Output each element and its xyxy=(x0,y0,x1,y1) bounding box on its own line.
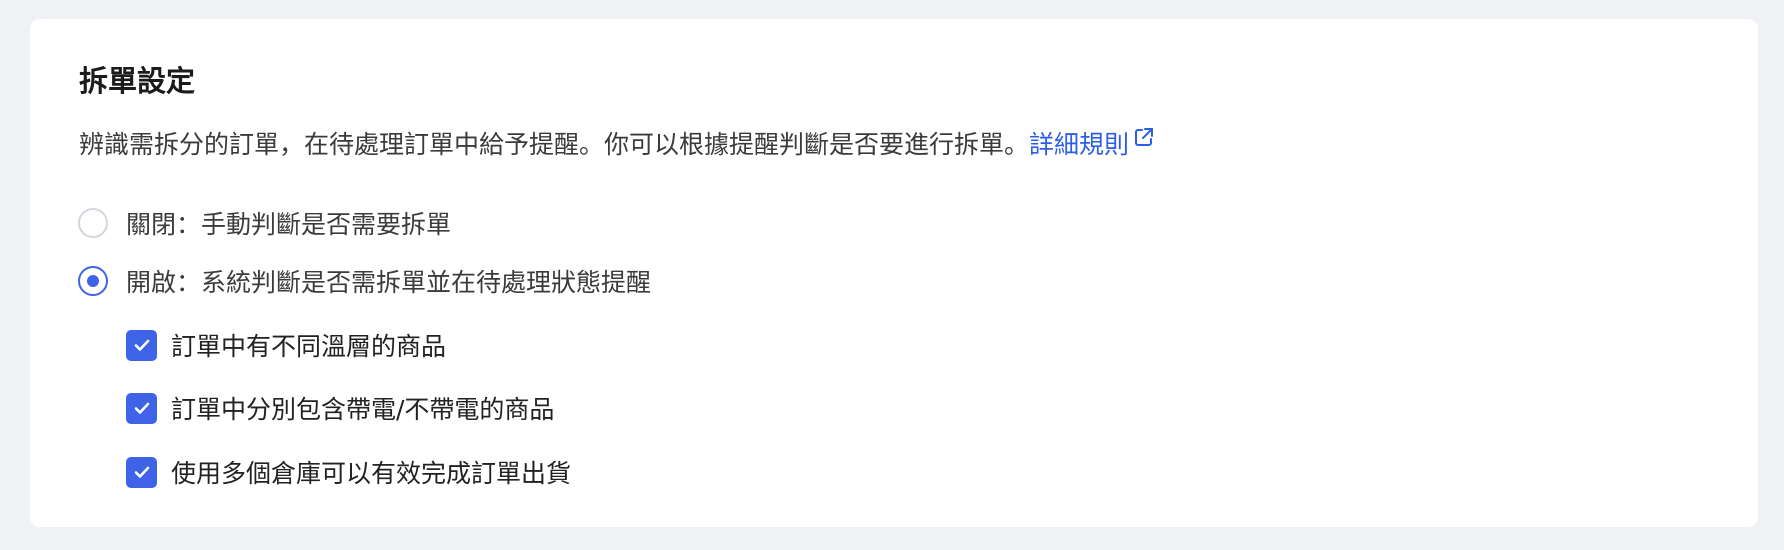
radio-option-on[interactable]: 開啟：系統判斷是否需拆單並在待處理狀態提醒 xyxy=(78,264,651,298)
condition-temperature-checkbox[interactable] xyxy=(126,329,157,361)
radio-option-off[interactable]: 關閉：手動判斷是否需要拆單 xyxy=(78,206,451,240)
condition-warehouse-checkbox-row[interactable]: 使用多個倉庫可以有效完成訂單出貨 xyxy=(126,455,571,489)
radio-on-label: 開啟：系統判斷是否需拆單並在待處理狀態提醒 xyxy=(126,268,652,297)
split-order-settings-card: 拆單設定 辨識需拆分的訂單，在待處理訂單中給予提醒。你可以根據提醒判斷是否要進行… xyxy=(30,19,1758,527)
check-icon xyxy=(134,466,149,478)
radio-on[interactable] xyxy=(78,266,108,296)
radio-off[interactable] xyxy=(78,208,108,238)
external-link-icon xyxy=(1135,128,1154,146)
check-icon xyxy=(134,339,149,351)
condition-temperature-label: 訂單中有不同溫層的商品 xyxy=(171,332,447,361)
section-title: 拆單設定 xyxy=(79,64,196,98)
detail-rules-link-label: 詳細規則 xyxy=(1029,130,1130,159)
condition-warehouse-label: 使用多個倉庫可以有效完成訂單出貨 xyxy=(171,459,572,488)
condition-temperature-checkbox-row[interactable]: 訂單中有不同溫層的商品 xyxy=(126,328,446,362)
radio-off-label: 關閉：手動判斷是否需要拆單 xyxy=(126,210,452,239)
description-text: 辨識需拆分的訂單，在待處理訂單中給予提醒。你可以根據提醒判斷是否要進行拆單。 xyxy=(79,130,1030,159)
condition-battery-checkbox-row[interactable]: 訂單中分別包含帶電/不帶電的商品 xyxy=(126,391,554,425)
detail-rules-link[interactable]: 詳細規則 xyxy=(1029,128,1156,159)
condition-warehouse-checkbox[interactable] xyxy=(126,456,157,488)
section-description: 辨識需拆分的訂單，在待處理訂單中給予提醒。你可以根據提醒判斷是否要進行拆單。詳細… xyxy=(79,125,1156,163)
condition-battery-checkbox[interactable] xyxy=(126,392,157,424)
check-icon xyxy=(134,402,149,414)
condition-battery-label: 訂單中分別包含帶電/不帶電的商品 xyxy=(171,395,555,424)
